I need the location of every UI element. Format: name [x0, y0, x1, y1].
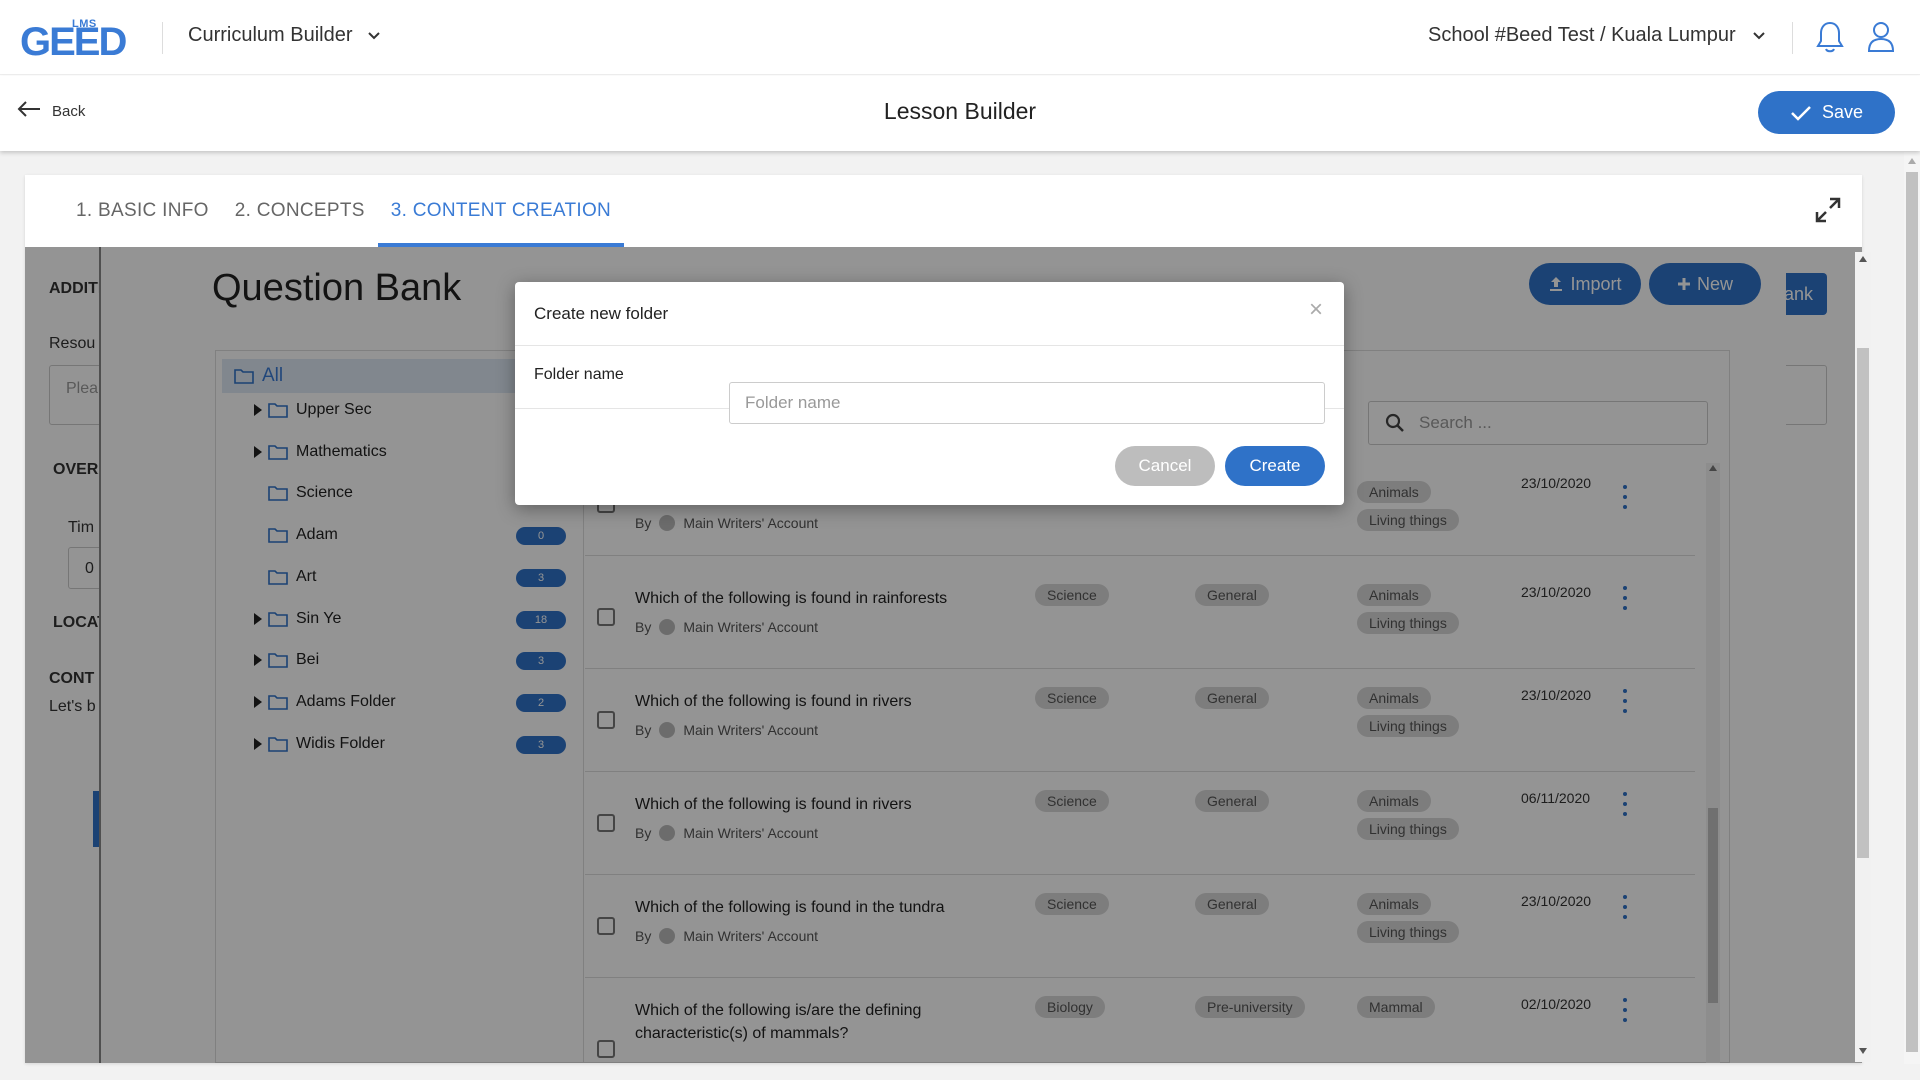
scroll-thumb[interactable]	[1906, 172, 1918, 1052]
folder-name-input[interactable]	[729, 382, 1325, 424]
logo-lms-label: LMS	[72, 18, 97, 30]
dialog-header: Create new folder ×	[515, 282, 1344, 346]
lesson-header: Back Lesson Builder Save	[0, 76, 1920, 151]
dialog-title: Create new folder	[534, 304, 669, 323]
cancel-button[interactable]: Cancel	[1115, 446, 1215, 486]
scroll-up-arrow[interactable]	[1859, 256, 1867, 262]
scroll-down-arrow[interactable]	[1859, 1048, 1867, 1054]
save-button[interactable]: Save	[1758, 91, 1895, 134]
tab-bar: 1. BASIC INFO 2. CONCEPTS 3. CONTENT CRE…	[25, 175, 1862, 247]
page-title: Lesson Builder	[883, 98, 1037, 124]
content-scrollbar[interactable]	[1855, 252, 1871, 1062]
create-folder-dialog: Create new folder × Folder name Cancel C…	[515, 282, 1344, 505]
divider	[162, 22, 163, 54]
save-label: Save	[1821, 102, 1864, 122]
user-icon[interactable]	[1866, 19, 1896, 58]
page-scrollbar[interactable]	[1904, 152, 1920, 1064]
scroll-up-arrow[interactable]	[1908, 158, 1916, 164]
module-switcher[interactable]: Curriculum Builder	[188, 24, 381, 47]
school-name: School #Beed Test / Kuala Lumpur	[1428, 24, 1736, 46]
folder-name-label: Folder name	[534, 366, 624, 383]
module-name: Curriculum Builder	[188, 24, 353, 46]
divider	[1792, 22, 1793, 54]
scroll-thumb[interactable]	[1857, 348, 1869, 858]
bell-icon[interactable]	[1815, 20, 1845, 59]
tab-content-creation[interactable]: 3. CONTENT CREATION	[377, 175, 625, 247]
close-icon[interactable]: ×	[1309, 298, 1323, 322]
chevron-down-icon	[367, 24, 381, 47]
check-icon	[1791, 105, 1811, 121]
create-button[interactable]: Create	[1225, 446, 1325, 486]
top-bar: GEED LMS Curriculum Builder School #Beed…	[0, 0, 1920, 75]
expand-icon[interactable]	[1815, 197, 1841, 228]
tab-concepts[interactable]: 2. CONCEPTS	[222, 175, 378, 247]
tab-basic-info[interactable]: 1. BASIC INFO	[63, 175, 222, 247]
school-switcher[interactable]: School #Beed Test / Kuala Lumpur	[1428, 24, 1766, 47]
chevron-down-icon	[1752, 24, 1766, 47]
